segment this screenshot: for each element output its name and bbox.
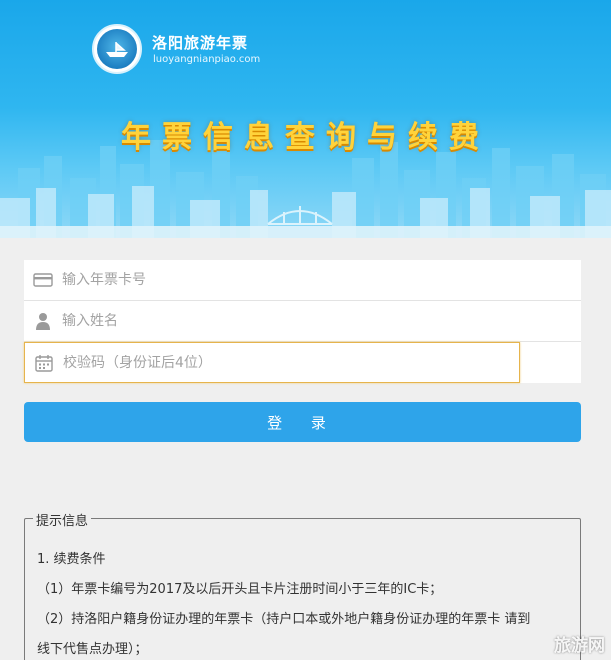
name-input[interactable]: [62, 313, 502, 329]
tips-line: 1. 续费条件: [37, 552, 106, 567]
verify-row: [24, 342, 520, 383]
card-number-row: [24, 260, 581, 301]
login-form: [24, 260, 581, 383]
person-icon: [24, 301, 62, 342]
ship-seal-icon: [92, 24, 142, 74]
verify-code-input[interactable]: [63, 354, 463, 371]
tips-line: （2）持洛阳户籍身份证办理的年票卡（持户口本或外地户籍身份证办理的年票卡 请到: [37, 612, 531, 627]
header-banner: 洛阳旅游年票 luoyangnianpiao.com 年票信息查询与续费: [0, 0, 611, 238]
brand-url: luoyangnianpiao.com: [153, 54, 261, 65]
card-icon: [24, 260, 62, 301]
tips-line: 线下代售点办理）；: [37, 642, 148, 657]
card-number-input[interactable]: [62, 272, 502, 288]
tips-line: （1）年票卡编号为2017及以后开头且卡片注册时间小于三年的IC卡；: [37, 582, 443, 597]
brand-name: 洛阳旅游年票: [152, 34, 249, 52]
page-headline: 年票信息查询与续费: [121, 120, 490, 155]
site-watermark: 旅游网: [554, 636, 605, 656]
login-button[interactable]: 登 录: [24, 402, 581, 442]
tips-panel: 提示信息 1. 续费条件 （1）年票卡编号为2017及以后开头且卡片注册时间小于…: [24, 510, 581, 660]
tips-legend: 提示信息: [33, 510, 92, 529]
calendar-icon: [25, 342, 63, 383]
name-row: [24, 301, 581, 342]
